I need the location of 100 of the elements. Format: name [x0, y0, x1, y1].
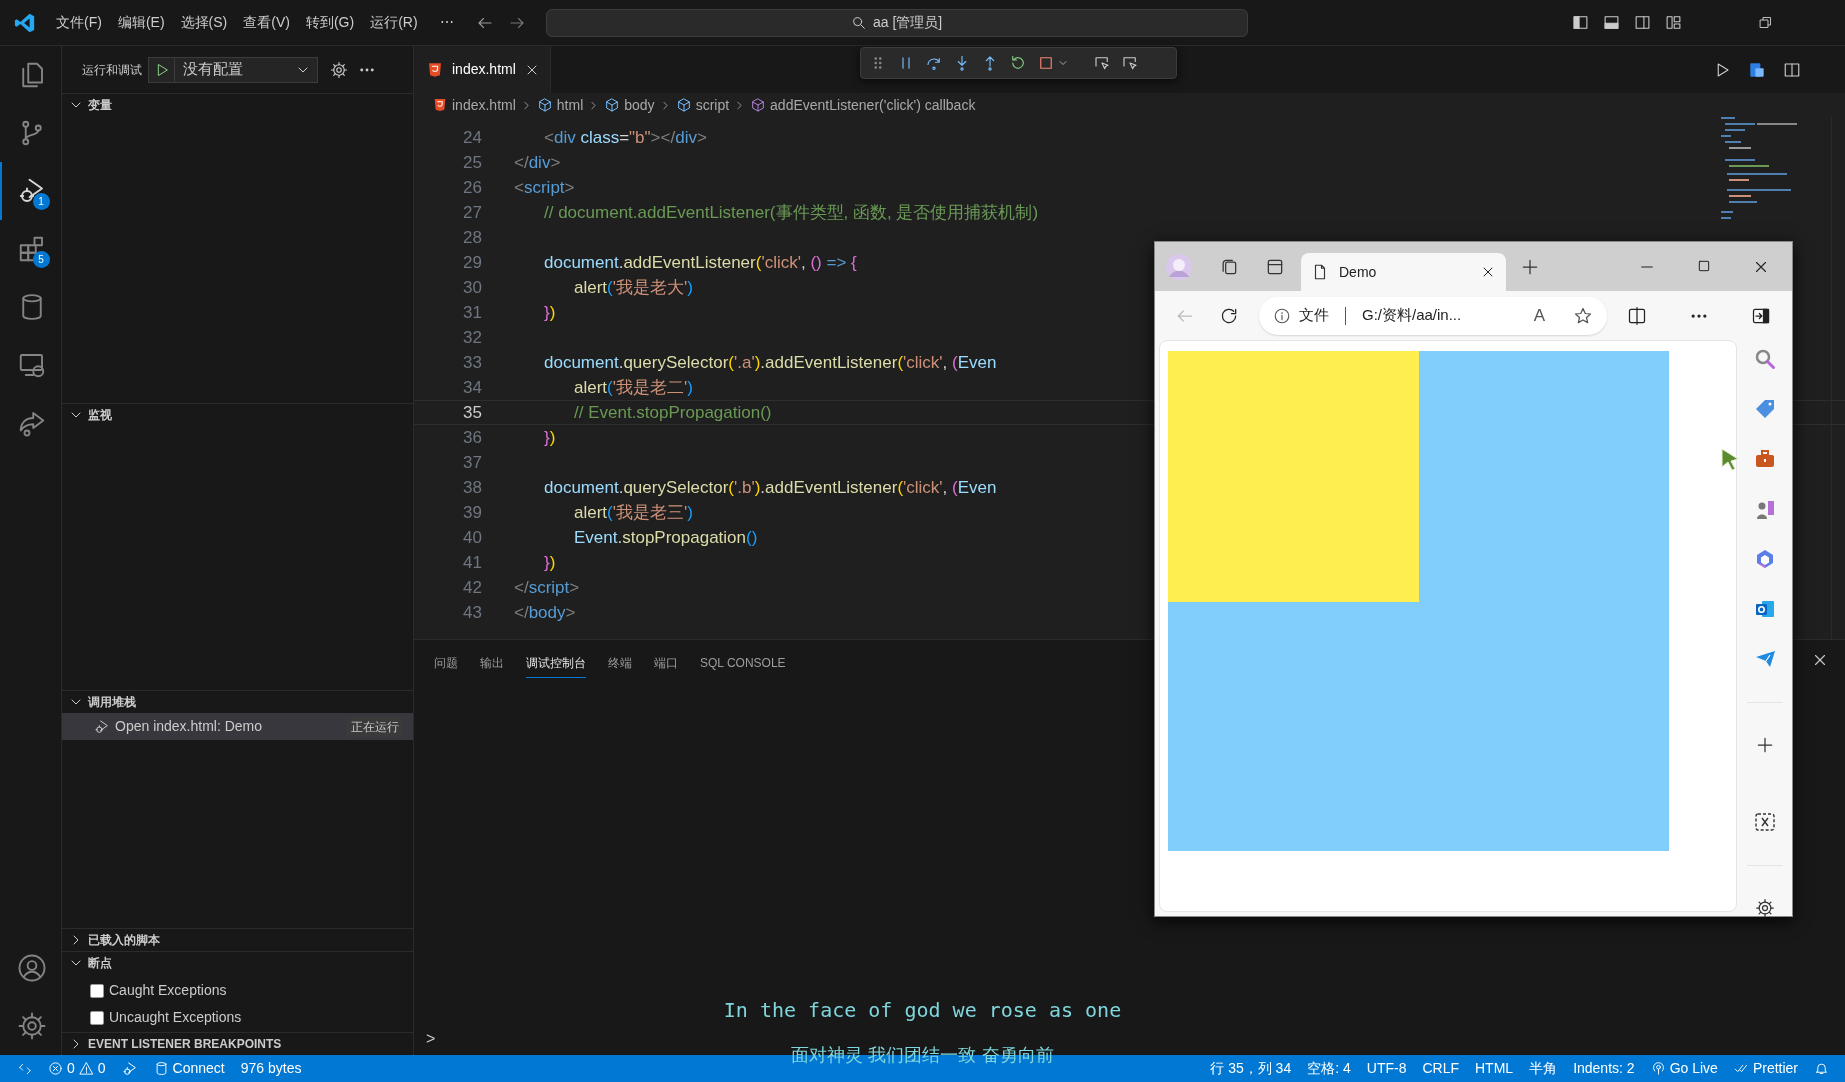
split-screen-icon[interactable]	[1627, 305, 1647, 326]
status-item[interactable]: 行 35，列 34	[1202, 1058, 1300, 1079]
line-number: 38	[462, 476, 482, 499]
inspect-icon[interactable]	[1121, 54, 1139, 72]
notification-badge: 5	[32, 251, 50, 268]
panel-tab[interactable]: 输出	[480, 652, 504, 678]
line-number: 39	[462, 501, 482, 524]
console-prompt: >	[426, 1029, 436, 1049]
html-file-icon	[426, 60, 444, 79]
code-comment: // Event.stopPropagation()	[574, 401, 772, 424]
panel-tab[interactable]: 调试控制台	[526, 652, 586, 678]
tab-title: Demo	[1339, 262, 1377, 282]
inspect-icon[interactable]	[1093, 54, 1111, 72]
command-search-field[interactable]: aa [管理员]	[545, 8, 1248, 37]
code-line: alert('我是老二')	[574, 376, 693, 399]
cube-icon	[604, 97, 621, 113]
call-stack-item[interactable]: Open index.html: Demo 正在运行	[62, 713, 413, 740]
section-header[interactable]: 断点	[62, 952, 413, 974]
breadcrumb-item[interactable]: script	[695, 94, 730, 116]
secondary-sidebar-icon[interactable]	[1634, 14, 1651, 31]
checkbox[interactable]	[90, 983, 104, 998]
breadcrumb-item[interactable]: html	[556, 94, 584, 116]
code-line: Event.stopPropagation()	[574, 526, 758, 549]
sidebar-layout-icon[interactable]	[1572, 14, 1589, 31]
restart-icon[interactable]	[1009, 54, 1027, 72]
code-line: })	[544, 301, 556, 324]
session-label: Open index.html: Demo	[115, 717, 263, 736]
menu-item[interactable]: 文件(F)	[48, 12, 110, 33]
status-item[interactable]: Indents: 2	[1565, 1058, 1643, 1079]
problems-button[interactable]: 0 0	[40, 1058, 114, 1079]
bell-icon	[1814, 1061, 1829, 1076]
search-icon[interactable]	[1753, 348, 1776, 370]
line-number: 34	[462, 376, 482, 399]
read-aloud-button[interactable]: A	[1533, 302, 1545, 329]
status-item[interactable]: UTF-8	[1358, 1058, 1415, 1079]
address-bar[interactable]: 文件 G:/资料/aa/in... A	[1259, 296, 1607, 335]
menu-item[interactable]: 选择(S)	[172, 12, 236, 33]
code-line: <div class="b"></div>	[544, 126, 707, 149]
code-line: </script>	[514, 576, 580, 599]
info-icon	[1273, 306, 1291, 325]
panel-tab[interactable]: 终端	[608, 652, 632, 678]
panel-tab[interactable]: 问题	[434, 652, 458, 678]
subtitle-text: In the face of god we rose as one	[723, 998, 1122, 1022]
code-line: </body>	[514, 601, 576, 624]
breadcrumb-item[interactable]: index.html	[452, 94, 516, 116]
mail-app-icon[interactable]	[1753, 598, 1776, 620]
menu-item[interactable]: 编辑(E)	[109, 12, 173, 33]
panel-tab[interactable]: 端口	[654, 652, 678, 678]
panel-title: 运行和调试	[82, 61, 142, 79]
split-editor-icon[interactable]	[1783, 60, 1801, 79]
panel-tab[interactable]: SQL CONSOLE	[700, 652, 786, 678]
code-line: document.querySelector('.b').addEventListener('click', (Even	[544, 476, 997, 499]
code-line: alert('我是老三')	[574, 501, 693, 524]
remote-icon	[18, 1061, 32, 1076]
status-item[interactable]: CRLF	[1414, 1058, 1467, 1079]
line-number: 29	[462, 251, 482, 274]
more-menu[interactable]: ⋯	[431, 12, 462, 33]
status-item[interactable]: 半角	[1521, 1058, 1566, 1079]
screenshot-icon[interactable]	[1753, 811, 1776, 833]
status-button[interactable]: Go Live	[1642, 1058, 1726, 1079]
line-number: 33	[462, 351, 482, 374]
status-item[interactable]: HTML	[1467, 1058, 1522, 1079]
menu-item[interactable]: 查看(V)	[235, 12, 298, 33]
url-text: G:/资料/aa/in...	[1362, 305, 1462, 326]
line-number: 37	[462, 451, 482, 474]
line-number: 28	[462, 226, 482, 249]
warning-icon	[78, 1061, 94, 1076]
line-number: 31	[462, 301, 482, 324]
briefcase-icon[interactable]	[1753, 448, 1776, 470]
stop-icon[interactable]	[1037, 54, 1055, 72]
settings-icon[interactable]	[1754, 898, 1775, 918]
breadcrumb-item[interactable]: body	[624, 94, 655, 116]
section-header[interactable]: 变量	[62, 94, 413, 116]
customize-layout-icon[interactable]	[1665, 14, 1682, 31]
account-icon	[16, 953, 47, 983]
section-header[interactable]: 调用堆栈	[62, 691, 413, 713]
checkbox-label: Uncaught Exceptions	[109, 1008, 242, 1027]
status-item[interactable]: 空格: 4	[1299, 1058, 1359, 1079]
menu-item[interactable]: 转到(G)	[297, 12, 363, 33]
cube-icon	[750, 97, 767, 113]
browser-tab[interactable]: Demo	[1301, 253, 1506, 291]
status-button[interactable]: Connect	[145, 1058, 233, 1079]
line-number: 35	[462, 401, 482, 424]
status-item[interactable]: 976 bytes	[232, 1058, 310, 1079]
restore-icon[interactable]	[1758, 15, 1773, 30]
editor-tab[interactable]: index.html	[414, 46, 551, 93]
section-header[interactable]: EVENT LISTENER BREAKPOINTS	[62, 1033, 413, 1055]
breadcrumb-item[interactable]: addEventListener('click') callback	[770, 94, 976, 116]
status-button[interactable]: Prettier	[1725, 1058, 1806, 1079]
configuration-dropdown[interactable]: 没有配置	[148, 56, 318, 83]
favorite-star-icon[interactable]	[1573, 305, 1593, 326]
html-file-icon	[432, 97, 448, 113]
section-header[interactable]: 已载入的脚本	[62, 929, 413, 951]
section-header[interactable]: 监视	[62, 404, 413, 426]
checkbox[interactable]	[90, 1010, 104, 1025]
activity-button[interactable]: 5	[0, 220, 62, 278]
panel-layout-icon[interactable]	[1603, 14, 1620, 31]
error-icon	[48, 1061, 63, 1076]
security-label: 文件	[1299, 305, 1329, 326]
menu-item[interactable]: 运行(R)	[362, 12, 426, 33]
